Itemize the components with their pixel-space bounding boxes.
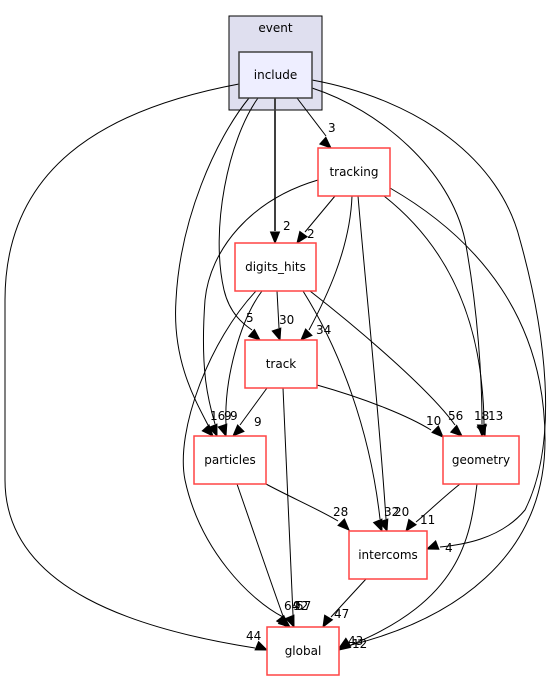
arrowhead-icon bbox=[449, 424, 463, 437]
cluster-event-label: event bbox=[258, 21, 292, 35]
edge-label[interactable]: 34 bbox=[316, 323, 331, 337]
edge-label[interactable]: 3 bbox=[328, 121, 336, 135]
edge-label[interactable]: 16 bbox=[210, 409, 225, 423]
edge-label[interactable]: 30 bbox=[279, 313, 294, 327]
edge-track-to-geometry[interactable] bbox=[316, 384, 444, 438]
edge-particles-to-global[interactable] bbox=[236, 483, 288, 629]
edge-label[interactable]: 11 bbox=[420, 513, 435, 527]
directory-dependency-graph: event include tracking digits_hitstrack par… bbox=[4, 15, 547, 676]
edge-include-to-global[interactable] bbox=[4, 83, 269, 651]
edge-label[interactable]: 32 bbox=[384, 505, 399, 519]
node-label: track bbox=[266, 357, 297, 371]
arrowhead-icon bbox=[405, 518, 418, 533]
arrowhead-icon bbox=[269, 231, 281, 245]
edge-track-to-global[interactable] bbox=[282, 387, 295, 629]
edge-label[interactable]: 2 bbox=[307, 227, 315, 241]
node-label: geometry bbox=[452, 453, 510, 467]
arrowhead-icon bbox=[275, 614, 288, 629]
edge-label[interactable]: 28 bbox=[333, 505, 348, 519]
node-particles[interactable]: particles bbox=[193, 435, 267, 485]
edge-tracking-to-digits_hits[interactable] bbox=[296, 195, 336, 245]
edge-label[interactable]: 18 bbox=[474, 409, 489, 423]
edge-label[interactable]: 9 bbox=[230, 409, 238, 423]
edge-label[interactable]: 13 bbox=[488, 409, 503, 423]
edge-line[interactable] bbox=[383, 195, 485, 425]
node-tracking[interactable]: tracking bbox=[317, 147, 391, 197]
edge-line[interactable] bbox=[265, 483, 339, 522]
edge-label[interactable]: 44 bbox=[246, 629, 261, 643]
node-digits_hits[interactable]: digits_hits bbox=[234, 242, 317, 292]
arrowhead-icon bbox=[247, 328, 262, 341]
arrowhead-icon bbox=[271, 327, 282, 342]
edge-include-to-geometry[interactable] bbox=[311, 87, 488, 438]
edge-line[interactable] bbox=[311, 87, 483, 425]
node-global[interactable]: global bbox=[266, 626, 340, 676]
nodes-layer: include tracking digits_hitstrack particles… bbox=[193, 51, 520, 676]
edge-track-to-particles[interactable] bbox=[232, 387, 268, 437]
edge-label[interactable]: 9 bbox=[254, 415, 262, 429]
edge-line[interactable] bbox=[282, 387, 294, 616]
edge-label[interactable]: 10 bbox=[426, 414, 441, 428]
edge-label[interactable]: 92 bbox=[293, 599, 308, 613]
edge-label[interactable]: 5 bbox=[246, 311, 254, 325]
edge-label[interactable]: 4 bbox=[445, 541, 453, 555]
node-include[interactable]: include bbox=[238, 51, 313, 99]
edge-line[interactable] bbox=[4, 83, 256, 649]
node-label: intercoms bbox=[358, 548, 418, 562]
arrowhead-icon bbox=[232, 424, 245, 437]
node-geometry[interactable]: geometry bbox=[442, 435, 520, 485]
edge-line[interactable] bbox=[316, 384, 432, 431]
edge-line[interactable] bbox=[309, 290, 456, 426]
edge-include-to-digits_hits[interactable] bbox=[269, 98, 281, 245]
arrowhead-icon bbox=[217, 423, 228, 438]
edge-label[interactable]: 47 bbox=[334, 607, 349, 621]
edge-label[interactable]: 56 bbox=[448, 409, 463, 423]
edge-tracking-to-intercoms[interactable] bbox=[357, 195, 389, 533]
node-label: global bbox=[285, 644, 322, 658]
node-label: particles bbox=[204, 453, 256, 467]
node-label: include bbox=[254, 68, 297, 82]
node-track[interactable]: track bbox=[244, 339, 318, 389]
arrowhead-icon bbox=[425, 539, 440, 550]
edge-tracking-to-geometry[interactable] bbox=[383, 195, 487, 438]
edge-label[interactable]: 43 bbox=[348, 634, 363, 648]
node-intercoms[interactable]: intercoms bbox=[348, 530, 428, 580]
arrowhead-icon bbox=[300, 328, 313, 341]
arrowhead-icon bbox=[296, 230, 309, 245]
node-label: digits_hits bbox=[245, 260, 306, 274]
edge-label[interactable]: 2 bbox=[283, 219, 291, 233]
edge-line[interactable] bbox=[302, 290, 381, 520]
arrowhead-icon bbox=[337, 518, 350, 531]
edge-line[interactable] bbox=[236, 483, 284, 617]
arrowhead-icon bbox=[318, 136, 332, 149]
arrowhead-icon bbox=[372, 518, 383, 533]
node-label: tracking bbox=[329, 165, 378, 179]
